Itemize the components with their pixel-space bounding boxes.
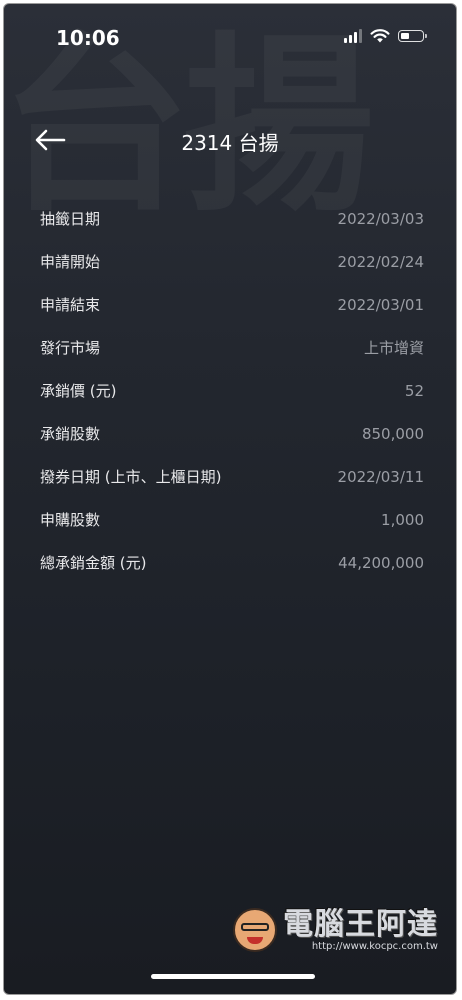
detail-row-subscription-shares: 申購股數 1,000 [40, 498, 424, 541]
status-bar: 10:06 [4, 4, 456, 66]
detail-row-allotment-date: 撥券日期 (上市、上櫃日期) 2022/03/11 [40, 455, 424, 498]
status-icons [344, 28, 427, 43]
detail-label: 抽籤日期 [40, 210, 101, 228]
detail-row-draw-date: 抽籤日期 2022/03/03 [40, 197, 424, 240]
detail-label: 發行市場 [40, 339, 101, 357]
mascot-face-icon [233, 908, 277, 952]
detail-value: 52 [404, 381, 424, 400]
detail-value: 2022/03/03 [337, 209, 424, 228]
watermark-logo: 電腦王阿達 http://www.kocpc.com.tw [233, 908, 438, 952]
detail-label: 申請結束 [40, 296, 101, 314]
detail-label: 撥券日期 (上市、上櫃日期) [40, 468, 222, 486]
page-title: 2314 台揚 [181, 131, 279, 155]
ipo-details-list: 抽籤日期 2022/03/03 申請開始 2022/02/24 申請結束 202… [40, 197, 424, 584]
detail-value: 850,000 [361, 424, 424, 443]
detail-label: 申請開始 [40, 253, 101, 271]
detail-row-offer-shares: 承銷股數 850,000 [40, 412, 424, 455]
watermark-url: http://www.kocpc.com.tw [311, 941, 438, 952]
detail-value: 2022/03/01 [337, 295, 424, 314]
detail-value: 2022/03/11 [337, 467, 424, 486]
navigation-bar: 2314 台揚 [4, 114, 456, 164]
home-indicator[interactable] [151, 974, 315, 979]
detail-value: 1,000 [381, 510, 424, 529]
cellular-signal-icon [344, 28, 362, 43]
detail-row-application-end: 申請結束 2022/03/01 [40, 283, 424, 326]
detail-value: 上市增資 [363, 339, 424, 357]
detail-value: 2022/02/24 [337, 252, 424, 271]
wifi-icon [370, 29, 390, 43]
detail-label: 總承銷金額 (元) [40, 554, 147, 572]
detail-row-application-start: 申請開始 2022/02/24 [40, 240, 424, 283]
detail-value: 44,200,000 [338, 553, 424, 572]
status-time: 10:06 [56, 26, 120, 50]
detail-row-market: 發行市場 上市增資 [40, 326, 424, 369]
battery-icon [398, 29, 427, 42]
detail-row-total-amount: 總承銷金額 (元) 44,200,000 [40, 541, 424, 584]
detail-label: 申購股數 [40, 511, 101, 529]
detail-label: 承銷價 (元) [40, 382, 117, 400]
detail-label: 承銷股數 [40, 425, 101, 443]
phone-screen: 台揚 10:06 2314 台 [3, 3, 457, 995]
detail-row-offer-price: 承銷價 (元) 52 [40, 369, 424, 412]
watermark-name: 電腦王阿達 [283, 907, 438, 942]
